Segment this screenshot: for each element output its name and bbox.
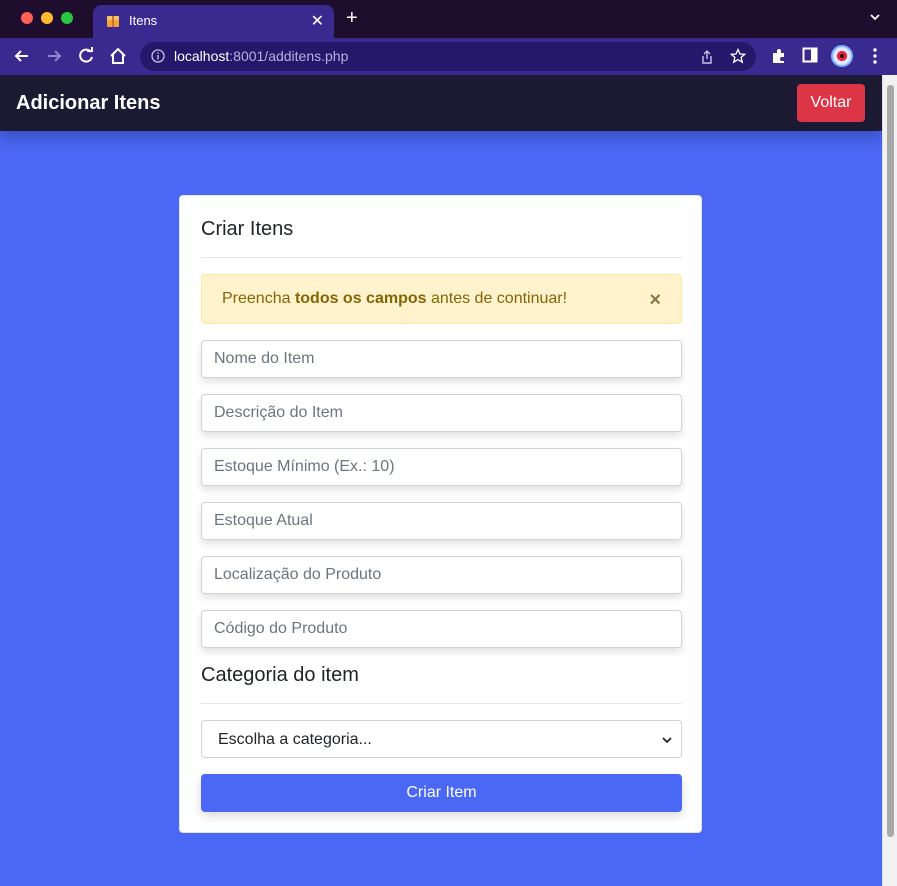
- scrollbar-thumb[interactable]: [887, 85, 894, 837]
- browser-tab-active[interactable]: Itens ✕: [93, 5, 334, 38]
- category-select-value: Escolha a categoria...: [218, 731, 372, 748]
- alert-suffix: antes de continuar!: [426, 290, 568, 307]
- box-icon: [107, 16, 119, 27]
- divider: [201, 257, 682, 258]
- category-select[interactable]: Escolha a categoria...: [201, 720, 682, 758]
- app-navbar: Adicionar Itens Voltar: [0, 75, 882, 131]
- alert-bold: todos os campos: [294, 290, 427, 307]
- star-icon[interactable]: [730, 48, 746, 64]
- alert-message: Preencha todos os campos antes de contin…: [222, 290, 567, 308]
- divider: [201, 703, 682, 704]
- alert-prefix: Preencha: [222, 290, 295, 307]
- chevron-down-icon[interactable]: [869, 11, 881, 23]
- product-location-input[interactable]: [201, 556, 682, 594]
- url-host: localhost: [174, 48, 230, 64]
- product-code-input[interactable]: [201, 610, 682, 648]
- tab-title: Itens: [129, 13, 158, 28]
- url-text: localhost:8001/additens.php: [174, 48, 348, 64]
- info-icon[interactable]: [151, 49, 165, 63]
- reload-icon[interactable]: [76, 46, 96, 66]
- profile-avatar[interactable]: [831, 45, 853, 67]
- category-title: Categoria do item: [201, 664, 359, 686]
- min-stock-input[interactable]: [201, 448, 682, 486]
- item-name-input[interactable]: [201, 340, 682, 378]
- forward-arrow-icon[interactable]: [44, 46, 64, 66]
- side-panel-icon[interactable]: [802, 47, 818, 63]
- back-arrow-icon[interactable]: [12, 46, 32, 66]
- home-icon[interactable]: [108, 46, 128, 66]
- kebab-menu-icon[interactable]: [868, 47, 882, 65]
- page-scrollbar[interactable]: [882, 75, 897, 886]
- window-minimize-button[interactable]: [41, 12, 53, 24]
- browser-toolbar: localhost:8001/additens.php: [0, 38, 897, 75]
- new-tab-button[interactable]: +: [346, 8, 358, 28]
- item-description-input[interactable]: [201, 394, 682, 432]
- address-bar[interactable]: localhost:8001/additens.php: [140, 42, 756, 71]
- extensions-icon[interactable]: [770, 47, 788, 65]
- window-close-button[interactable]: [21, 12, 33, 24]
- card-title: Criar Itens: [201, 218, 294, 240]
- create-item-card: Criar Itens Preencha todos os campos ant…: [179, 195, 702, 833]
- window-maximize-button[interactable]: [61, 12, 73, 24]
- create-item-button[interactable]: Criar Item: [201, 774, 682, 812]
- warning-alert: Preencha todos os campos antes de contin…: [201, 274, 682, 324]
- page-viewport: Adicionar Itens Voltar Criar Itens Preen…: [0, 75, 882, 886]
- back-button[interactable]: Voltar: [797, 84, 865, 122]
- page-title: Adicionar Itens: [16, 92, 161, 114]
- chevron-down-icon: [662, 737, 672, 744]
- share-icon[interactable]: [700, 49, 714, 65]
- close-icon[interactable]: ×: [649, 289, 661, 312]
- close-icon[interactable]: ✕: [311, 11, 324, 31]
- url-path: :8001/additens.php: [229, 48, 349, 64]
- browser-tab-strip: Itens ✕ +: [0, 0, 897, 38]
- current-stock-input[interactable]: [201, 502, 682, 540]
